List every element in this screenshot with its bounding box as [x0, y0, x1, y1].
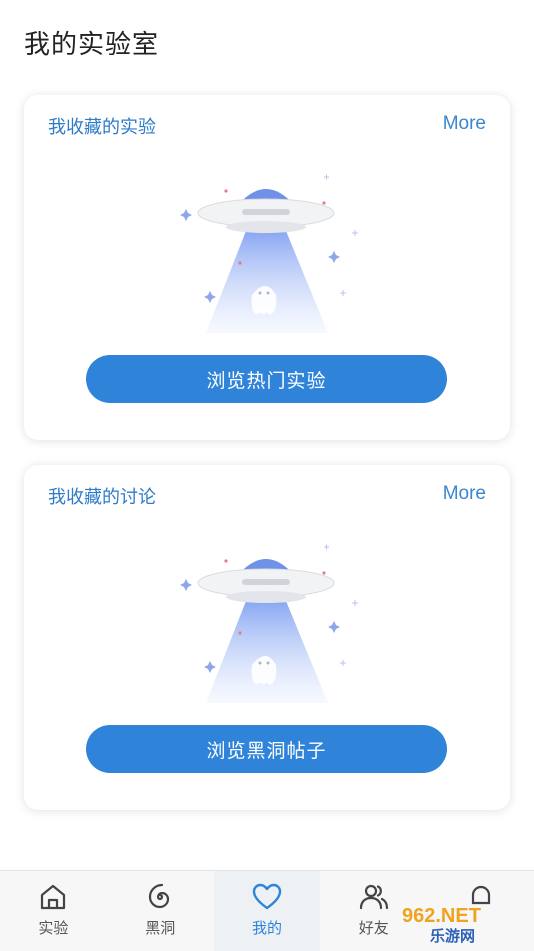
favorite-discussions-card: 我收藏的讨论 More 浏览黑洞帖子: [24, 465, 510, 810]
tab-blackhole[interactable]: 黑洞: [107, 871, 214, 951]
tab-label: 实验: [38, 919, 69, 937]
watermark-logo: 962.NET 乐游网: [402, 905, 481, 944]
favorite-experiments-more-link[interactable]: More: [443, 113, 486, 135]
tab-label: 好友: [358, 919, 389, 937]
favorite-experiments-title: 我收藏的实验: [48, 117, 156, 138]
tab-experiments[interactable]: 实验: [0, 871, 107, 951]
favorite-discussions-title: 我收藏的讨论: [48, 487, 156, 508]
favorite-experiments-card: 我收藏的实验 More 浏览热门实验: [24, 95, 510, 440]
browse-hot-experiments-button[interactable]: 浏览热门实验: [86, 355, 447, 403]
browse-blackhole-posts-button[interactable]: 浏览黑洞帖子: [86, 725, 447, 773]
spiral-icon: [149, 883, 170, 909]
tab-label: 我的: [251, 919, 282, 937]
tab-mine[interactable]: 我的: [213, 871, 321, 951]
friends-icon: [359, 884, 388, 910]
favorite-discussions-more-link[interactable]: More: [443, 483, 486, 505]
heart-icon: [252, 883, 282, 910]
empty-ufo-illustration: [180, 544, 358, 703]
home-icon: [41, 884, 66, 910]
watermark-text-bottom: 乐游网: [430, 927, 475, 944]
empty-ufo-illustration: [180, 174, 358, 333]
page-title: 我的实验室: [24, 30, 160, 60]
tab-label: 黑洞: [145, 919, 176, 937]
watermark-text-top: 962.NET: [402, 905, 481, 927]
